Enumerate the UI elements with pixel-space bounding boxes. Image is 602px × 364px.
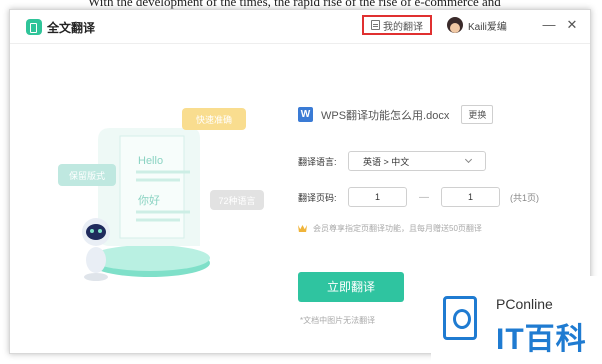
minimize-button[interactable]: — [542, 18, 556, 32]
page-from-input[interactable]: 1 [348, 187, 407, 207]
pconline-logo-icon [443, 296, 477, 340]
tag-fast-text: 快速准确 [196, 114, 232, 125]
vip-crown-icon [298, 224, 307, 233]
watermark-brand: PConline [496, 296, 553, 312]
language-select[interactable]: 英语 > 中文 [348, 151, 486, 171]
robot-body [86, 247, 106, 273]
app-logo-icon [26, 19, 42, 35]
translation-illustration: 快速准确 保留版式 72种语言 Hello 你好 [58, 108, 264, 281]
user-account[interactable]: Kaili爱编 [447, 17, 507, 33]
vip-note: 会员尊享指定页翻译功能，且每月赠送50页翻译 [313, 224, 482, 233]
watermark-title: IT百科 [496, 323, 587, 356]
pages-row: 翻译页码: 1 — 1 (共1页) [298, 187, 539, 207]
app-title: 全文翻译 [47, 21, 96, 35]
pconline-watermark: PConline IT百科 [431, 276, 602, 364]
title-bar: 全文翻译 我的翻译 Kaili爱编 — ✕ [10, 10, 590, 44]
change-file-button[interactable]: 更换 [461, 105, 494, 124]
translate-now-button[interactable]: 立即翻译 [298, 272, 404, 302]
page-range-dash: — [419, 191, 429, 203]
robot-face [86, 224, 106, 240]
paper-sheet [119, 135, 185, 239]
tag-langs-text: 72种语言 [218, 195, 255, 206]
language-label: 翻译语言: [298, 156, 337, 167]
wps-doc-icon: W [298, 107, 313, 122]
page-total: (共1页) [510, 192, 539, 203]
vip-note-row: 会员尊享指定页翻译功能，且每月赠送50页翻译 [298, 223, 482, 234]
file-name: WPS翻译功能怎么用.docx [321, 109, 450, 122]
my-translation-button[interactable]: 我的翻译 [362, 15, 432, 35]
avatar [447, 17, 463, 33]
file-line: W WPS翻译功能怎么用.docx 更换 [298, 105, 494, 124]
robot-eye-left [90, 229, 94, 233]
close-button[interactable]: ✕ [565, 18, 579, 32]
tag-format-text: 保留版式 [69, 170, 105, 181]
robot-shadow [84, 273, 108, 281]
image-footnote: *文档中图片无法翻译 [300, 316, 376, 325]
language-row: 翻译语言: 英语 > 中文 [298, 151, 486, 171]
settings-panel: W WPS翻译功能怎么用.docx 更换 翻译语言: 英语 > 中文 翻译页码:… [298, 105, 539, 325]
nihao-text: 你好 [138, 193, 160, 207]
document-icon [371, 20, 380, 30]
my-translation-label: 我的翻译 [383, 21, 423, 33]
page-to-input[interactable]: 1 [441, 187, 500, 207]
robot-eye-right [98, 229, 102, 233]
hello-text: Hello [138, 155, 163, 167]
pages-label: 翻译页码: [298, 192, 337, 203]
platform-top [90, 245, 210, 271]
user-name: Kaili爱编 [468, 21, 507, 33]
